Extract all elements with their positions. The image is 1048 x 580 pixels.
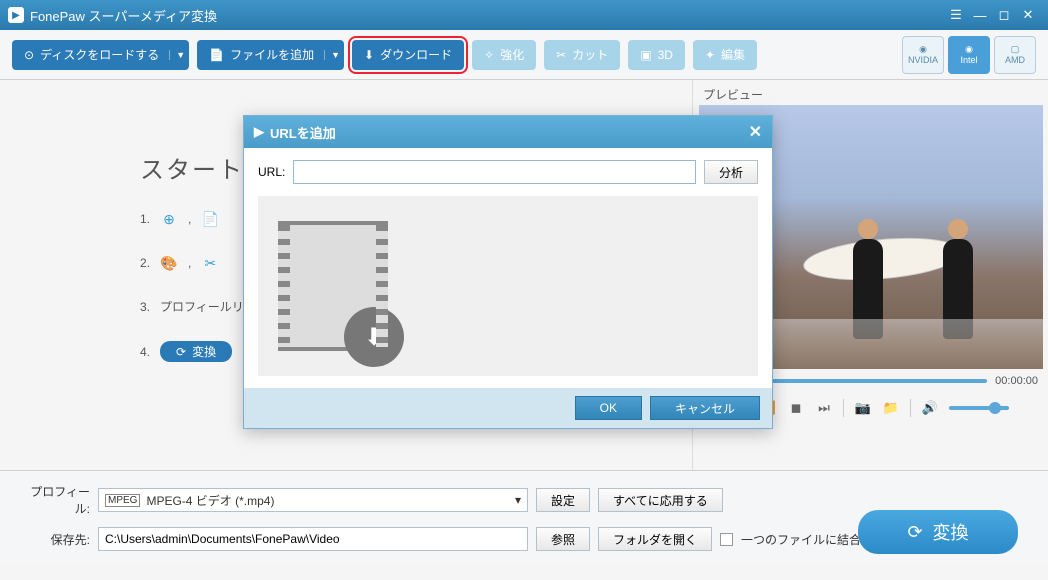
gpu-nvidia[interactable]: ◉NVIDIA [902, 36, 944, 74]
app-title: FonePaw スーパーメディア変換 [30, 6, 217, 25]
gpu-intel[interactable]: ◉Intel [948, 36, 990, 74]
next-button[interactable]: ⏭ [815, 400, 833, 416]
edit-icon: ✦ [705, 48, 715, 62]
ok-button[interactable]: OK [575, 396, 642, 420]
chevron-down-icon: ▾ [515, 493, 521, 507]
film-icon: ⬇ [278, 221, 388, 351]
palette-icon[interactable]: 🎨 [160, 254, 178, 272]
modal-title: URLを追加 [270, 123, 336, 142]
merge-checkbox[interactable] [720, 533, 733, 546]
download-button[interactable]: ⬇ ダウンロード [352, 40, 464, 70]
add-file-button[interactable]: 📄 ファイルを追加 ▼ [197, 40, 344, 70]
save-path-input[interactable] [98, 527, 528, 551]
menu-icon[interactable]: ☰ [944, 5, 968, 25]
modal-illustration: ⬇ [258, 196, 758, 376]
download-arrow-icon: ⬇ [344, 307, 404, 367]
chevron-down-icon[interactable]: ▼ [169, 50, 185, 60]
refresh-icon: ⟳ [907, 522, 922, 543]
url-modal: ▶ URLを追加 ✕ URL: 分析 ⬇ OK キャンセル [243, 115, 773, 429]
maximize-button[interactable]: ◻ [992, 5, 1016, 25]
cancel-button[interactable]: キャンセル [650, 396, 760, 420]
stop-button[interactable]: ◼ [787, 400, 805, 416]
settings-button[interactable]: 設定 [536, 488, 590, 512]
app-logo-icon: ▶ [8, 7, 24, 23]
convert-pill[interactable]: ⟳ 変換 [160, 341, 232, 362]
analyze-button[interactable]: 分析 [704, 160, 758, 184]
merge-label: 一つのファイルに結合 [741, 531, 861, 548]
enhance-button[interactable]: ✧ 強化 [472, 40, 536, 70]
file-add-icon[interactable]: 📄 [201, 210, 219, 228]
browse-button[interactable]: 参照 [536, 527, 590, 551]
profile-label: プロフィール: [20, 483, 90, 517]
threed-button[interactable]: ▣ 3D [628, 40, 685, 70]
edit-button[interactable]: ✦ 編集 [693, 40, 757, 70]
open-folder-button[interactable]: フォルダを開く [598, 527, 712, 551]
minimize-button[interactable]: — [968, 5, 992, 25]
close-button[interactable]: ✕ [1016, 5, 1040, 25]
load-disc-button[interactable]: ⊙ ディスクをロードする ▼ [12, 40, 189, 70]
play-icon: ▶ [254, 124, 264, 140]
enhance-icon: ✧ [484, 48, 494, 62]
scissors-icon: ✂ [556, 48, 566, 62]
amd-icon: ▢ [1011, 44, 1020, 55]
gpu-badges: ◉NVIDIA ◉Intel ▢AMD [902, 36, 1036, 74]
mpeg-icon: MPEG [105, 494, 140, 507]
save-label: 保存先: [20, 531, 90, 548]
modal-footer: OK キャンセル [244, 388, 772, 428]
disc-icon: ⊙ [24, 48, 34, 62]
download-icon: ⬇ [364, 48, 374, 62]
apply-all-button[interactable]: すべてに応用する [598, 488, 723, 512]
preview-title: プレビュー [699, 84, 1042, 105]
gpu-amd[interactable]: ▢AMD [994, 36, 1036, 74]
nvidia-icon: ◉ [919, 44, 927, 55]
time-display: 00:00:00 [995, 375, 1038, 387]
file-icon: 📄 [209, 48, 224, 62]
modal-close-button[interactable]: ✕ [749, 122, 762, 142]
volume-slider[interactable] [949, 406, 1009, 410]
add-icon[interactable]: ⊕ [160, 210, 178, 228]
threed-icon: ▣ [640, 48, 651, 62]
bottom-bar: プロフィール: MPEGMPEG-4 ビデオ (*.mp4) ▾ 設定 すべてに… [0, 470, 1048, 563]
profile-select[interactable]: MPEGMPEG-4 ビデオ (*.mp4) ▾ [98, 488, 528, 512]
snapshot-button[interactable]: 📷 [854, 400, 872, 416]
convert-button[interactable]: ⟳ 変換 [858, 510, 1018, 554]
intel-icon: ◉ [965, 44, 973, 55]
refresh-icon: ⟳ [176, 345, 186, 359]
cut-button[interactable]: ✂ カット [544, 40, 620, 70]
modal-header: ▶ URLを追加 ✕ [244, 116, 772, 148]
chevron-down-icon[interactable]: ▼ [324, 50, 340, 60]
scissors-icon[interactable]: ✂ [201, 254, 219, 272]
titlebar: ▶ FonePaw スーパーメディア変換 ☰ — ◻ ✕ [0, 0, 1048, 30]
folder-button[interactable]: 📁 [882, 400, 900, 416]
toolbar: ⊙ ディスクをロードする ▼ 📄 ファイルを追加 ▼ ⬇ ダウンロード ✧ 強化… [0, 30, 1048, 80]
volume-icon[interactable]: 🔊 [921, 400, 939, 416]
url-input[interactable] [293, 160, 696, 184]
url-label: URL: [258, 165, 285, 179]
